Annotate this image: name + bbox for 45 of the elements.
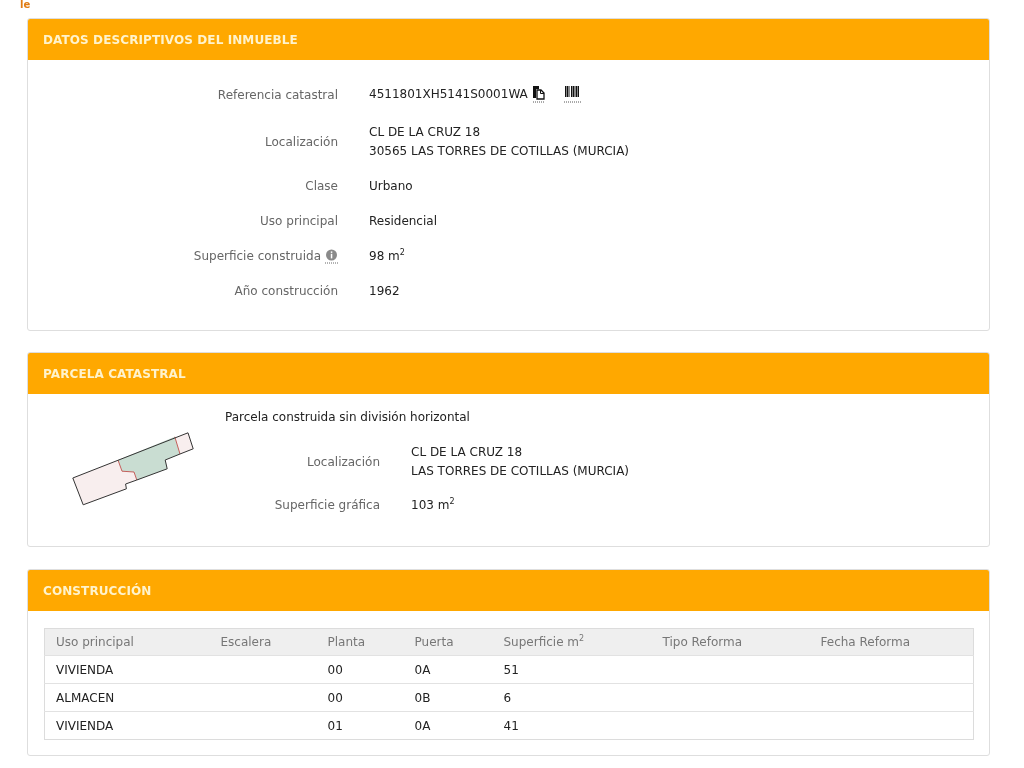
table-cell: 41 — [503, 718, 519, 733]
table-cell: 6 — [503, 690, 512, 705]
field-value: LAS TORRES DE COTILLAS (MURCIA) — [411, 464, 630, 478]
column-header: Superficie m$^{2}$ — [503, 635, 585, 649]
column-header: Uso principal — [56, 635, 134, 649]
field-value: 4511801XH5141S0001WA — [369, 85, 528, 103]
table-cell: 51 — [503, 662, 519, 677]
column-header: Fecha Reforma — [820, 635, 910, 649]
field-label: Localización — [265, 133, 338, 151]
barcode-icon[interactable] — [563, 85, 582, 103]
table-cell: 00 — [327, 662, 343, 677]
table-cell: 0A — [414, 662, 431, 677]
table-cell: 00 — [327, 690, 343, 705]
column-header: Planta — [327, 635, 366, 649]
table-cell: 01 — [327, 718, 343, 733]
field-value: 30565 LAS TORRES DE COTILLAS (MURCIA) — [369, 144, 630, 158]
field-label: Localización — [307, 453, 380, 471]
field-label: Clase — [305, 178, 338, 195]
field-value: 103 m$^{2}$ — [411, 498, 455, 512]
column-header: Tipo Reforma — [662, 635, 743, 649]
field-label: Año construcción — [234, 283, 338, 300]
info-icon[interactable] — [325, 249, 338, 264]
panel-title: DATOS DESCRIPTIVOS DEL INMUEBLE — [43, 32, 298, 47]
field-value: 1962 — [369, 284, 400, 298]
field-label: Referencia catastral — [217, 86, 338, 104]
panel-title: CONSTRUCCIÓN — [43, 583, 152, 598]
field-value: Residencial — [369, 214, 437, 228]
field-value: Urbano — [369, 179, 413, 193]
table-cell: VIVIENDA — [56, 662, 114, 677]
field-value: CL DE LA CRUZ 18 — [369, 125, 481, 139]
field-label: Superficie construida — [193, 248, 321, 265]
field-label: Uso principal — [260, 213, 338, 230]
field-value: 98 m$^{2}$ — [369, 249, 405, 263]
heading-fragment: le — [20, 0, 31, 9]
field-value: CL DE LA CRUZ 18 — [411, 445, 523, 459]
column-header: Escalera — [220, 635, 272, 649]
table-cell: VIVIENDA — [56, 718, 114, 733]
table-cell: 0A — [414, 718, 431, 733]
table-cell: 0B — [414, 690, 431, 705]
copy-icon[interactable] — [531, 85, 545, 103]
panel-title: PARCELA CATASTRAL — [43, 366, 186, 381]
table-cell: ALMACEN — [56, 690, 115, 705]
parcel-description: Parcela construida sin división horizontal — [225, 409, 471, 426]
field-label: Superficie gráfica — [274, 497, 380, 514]
column-header: Puerta — [414, 635, 454, 649]
